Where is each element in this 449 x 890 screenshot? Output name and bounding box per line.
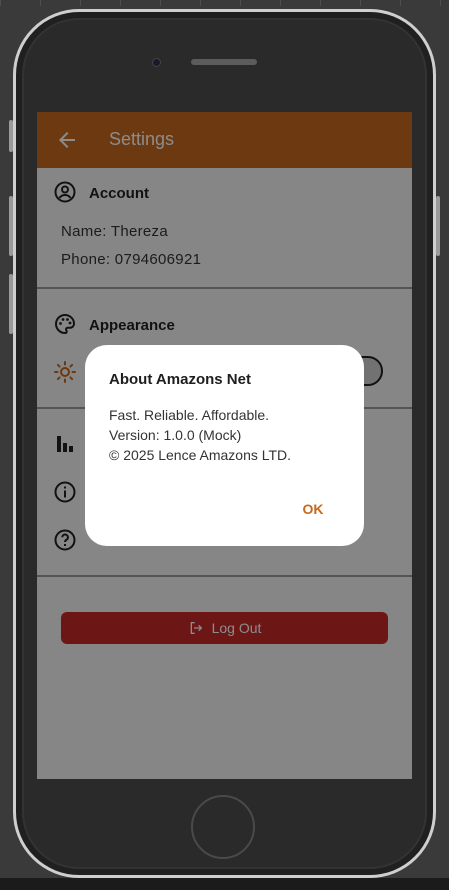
top-ruler bbox=[0, 0, 449, 6]
side-button-power bbox=[436, 196, 440, 256]
bottom-strip bbox=[0, 878, 449, 890]
dialog-title: About Amazons Net bbox=[109, 371, 251, 388]
app-screen: Settings Account Name: Thereza Phone: 07… bbox=[37, 112, 412, 779]
dialog-copyright: © 2025 Lence Amazons LTD. bbox=[109, 447, 292, 463]
earpiece-speaker bbox=[191, 59, 257, 65]
front-camera bbox=[152, 58, 161, 67]
dialog-tagline: Fast. Reliable. Affordable. bbox=[109, 407, 270, 423]
about-dialog: About Amazons Net Fast. Reliable. Afford… bbox=[85, 345, 364, 546]
side-button-volume-up bbox=[9, 196, 13, 256]
dialog-ok-button[interactable]: OK bbox=[293, 496, 333, 522]
side-button-mute bbox=[9, 120, 13, 152]
home-button[interactable] bbox=[191, 795, 255, 859]
dialog-version: Version: 1.0.0 (Mock) bbox=[109, 427, 242, 443]
side-button-volume-down bbox=[9, 274, 13, 334]
